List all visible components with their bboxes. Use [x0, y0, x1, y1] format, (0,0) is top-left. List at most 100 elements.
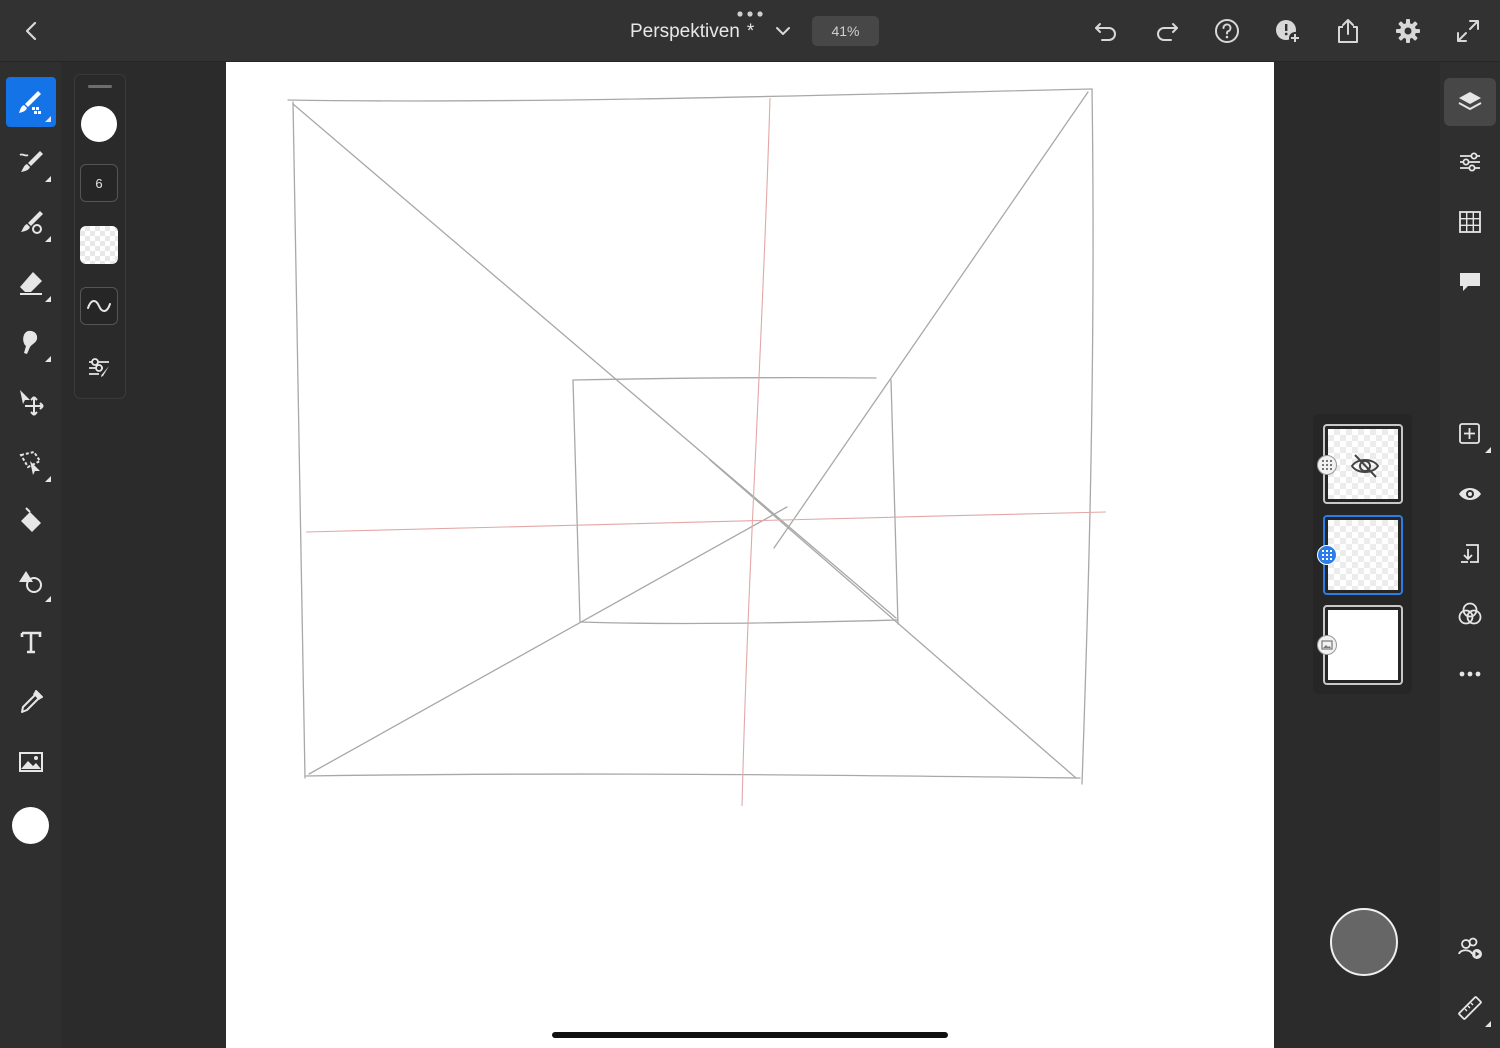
brush-size-value: 6 — [95, 175, 103, 191]
tool-shape[interactable] — [6, 557, 56, 607]
submenu-indicator — [45, 296, 51, 302]
unsaved-marker: * — [746, 21, 755, 42]
comment-icon — [1460, 273, 1480, 291]
submenu-indicator — [1485, 1021, 1491, 1027]
tool-fill[interactable] — [6, 497, 56, 547]
fullscreen-button[interactable] — [1452, 15, 1484, 47]
current-color-swatch[interactable] — [12, 807, 49, 844]
collaboration-icon — [1458, 937, 1482, 959]
grid-icon — [1459, 211, 1481, 233]
submenu-indicator — [45, 116, 51, 122]
eraser-icon — [20, 272, 42, 295]
move-icon — [20, 390, 44, 416]
image-icon — [19, 752, 43, 772]
paint-bucket-icon — [21, 507, 41, 532]
smudge-icon — [23, 330, 38, 354]
submenu-indicator — [45, 476, 51, 482]
help-icon — [1215, 19, 1239, 43]
touch-shortcut-button[interactable] — [1330, 908, 1398, 976]
tool-place-image[interactable] — [6, 737, 56, 787]
share-button[interactable] — [1332, 15, 1364, 47]
ellipsis-icon — [1459, 671, 1481, 677]
ruler-button[interactable] — [1444, 984, 1496, 1032]
brush-color-swatch[interactable] — [81, 106, 117, 142]
text-icon — [20, 631, 42, 654]
pixel-layer-badge — [1317, 455, 1337, 475]
submenu-indicator — [45, 596, 51, 602]
tool-text[interactable] — [6, 617, 56, 667]
brush-properties-panel: 6 — [74, 74, 126, 399]
brush-settings-icon — [89, 358, 109, 377]
eye-off-icon — [1350, 454, 1380, 478]
undo-button[interactable] — [1090, 15, 1122, 47]
live-brush-icon — [19, 151, 43, 172]
gear-icon — [1396, 19, 1420, 43]
tool-smudge[interactable] — [6, 317, 56, 367]
tool-eraser[interactable] — [6, 257, 56, 307]
layer-preview — [1328, 610, 1398, 680]
left-toolbar — [0, 62, 61, 1048]
eyedropper-icon — [21, 690, 43, 713]
pixel-brush-icon — [19, 91, 41, 114]
pixel-layer-icon — [1322, 550, 1332, 560]
image-icon — [1321, 640, 1333, 650]
undo-icon — [1095, 23, 1116, 41]
brush-size-button[interactable]: 6 — [80, 164, 118, 202]
redo-button[interactable] — [1151, 15, 1183, 47]
live-collaboration-button[interactable] — [1444, 924, 1496, 972]
tool-eyedropper[interactable] — [6, 677, 56, 727]
layer-properties-button[interactable] — [1444, 138, 1496, 186]
tool-pixel-brush[interactable] — [6, 77, 56, 127]
blend-button[interactable] — [1444, 590, 1496, 638]
brush-opacity-button[interactable] — [80, 226, 118, 264]
tool-transform[interactable] — [6, 377, 56, 427]
tool-selection[interactable] — [6, 437, 56, 487]
more-layer-options-button[interactable] — [1444, 650, 1496, 698]
sliders-icon — [1460, 152, 1480, 172]
plus-square-icon — [1459, 423, 1480, 444]
share-icon — [1338, 19, 1358, 43]
document-title-area[interactable]: Perspektiven * — [630, 18, 754, 46]
home-indicator — [552, 1032, 948, 1038]
blend-icon — [1458, 602, 1482, 625]
top-bar: Perspektiven * 41% — [0, 0, 1500, 62]
pixel-layer-badge — [1317, 545, 1337, 565]
brush-settings-button[interactable] — [80, 349, 118, 387]
chevron-down-icon — [776, 27, 790, 35]
document-menu-button[interactable] — [774, 22, 792, 40]
help-button[interactable] — [1211, 15, 1243, 47]
back-button[interactable] — [18, 18, 46, 44]
drawing-canvas[interactable] — [226, 62, 1274, 1048]
chevron-left-icon — [25, 21, 37, 41]
visibility-button[interactable] — [1444, 470, 1496, 518]
brush-smoothing-button[interactable] — [80, 287, 118, 325]
expand-icon — [1457, 20, 1479, 42]
perspective-sketch — [287, 88, 1107, 807]
grid-button[interactable] — [1444, 198, 1496, 246]
pixel-layer-icon — [1322, 460, 1332, 470]
submenu-indicator — [45, 356, 51, 362]
merge-icon — [1461, 544, 1479, 563]
learn-button[interactable] — [1272, 15, 1304, 47]
panel-grip[interactable] — [88, 85, 112, 88]
tool-vector-brush[interactable] — [6, 197, 56, 247]
merge-down-button[interactable] — [1444, 530, 1496, 578]
vector-brush-icon — [21, 211, 43, 234]
learn-icon — [1276, 20, 1301, 44]
add-layer-button[interactable] — [1444, 410, 1496, 458]
redo-icon — [1157, 23, 1178, 41]
comments-button[interactable] — [1444, 258, 1496, 306]
ruler-icon — [1458, 996, 1482, 1020]
submenu-indicator — [45, 176, 51, 182]
layers-button[interactable] — [1444, 78, 1496, 126]
layer-preview — [1328, 520, 1398, 590]
shape-icon — [19, 571, 42, 593]
submenu-indicator — [45, 236, 51, 242]
tool-live-brush[interactable] — [6, 137, 56, 187]
eye-icon — [1459, 488, 1481, 500]
layers-icon — [1458, 92, 1482, 111]
zoom-level[interactable]: 41% — [812, 16, 879, 46]
right-toolbar — [1440, 62, 1500, 1048]
smoothing-icon — [87, 300, 111, 312]
settings-button[interactable] — [1392, 15, 1424, 47]
